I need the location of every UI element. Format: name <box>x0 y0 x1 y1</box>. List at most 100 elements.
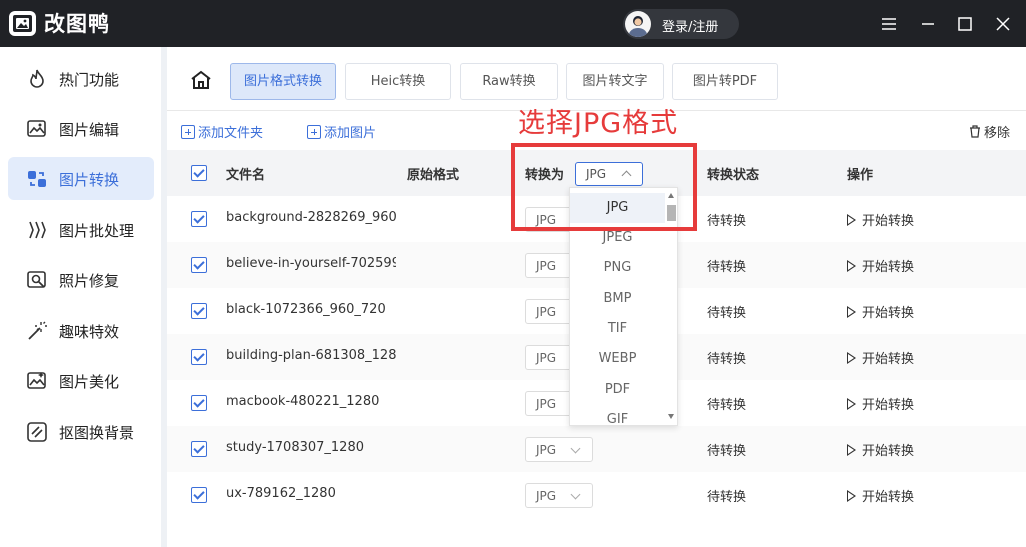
start-convert-label: 开始转换 <box>862 306 915 321</box>
sidebar-item-label: 热门功能 <box>59 71 120 89</box>
format-value: JPG <box>536 351 557 365</box>
format-value: JPG <box>536 443 557 457</box>
sidebar-item-cutout[interactable]: 抠图换背景 <box>8 410 154 453</box>
format-value: JPG <box>536 259 557 273</box>
start-convert-button[interactable]: 开始转换 <box>847 486 914 505</box>
format-value: JPG <box>536 489 557 503</box>
table-row[interactable]: ux-789162_1280 JPG 待转换 开始转换 <box>167 472 1026 518</box>
tab-heic[interactable]: Heic转换 <box>345 63 451 100</box>
header-filename: 文件名 <box>226 168 266 183</box>
row-checkbox[interactable] <box>191 211 207 227</box>
status-text: 待转换 <box>707 214 747 229</box>
format-select[interactable]: JPG <box>525 483 593 508</box>
sidebar: 热门功能 图片编辑 图片转换 图片批处理 照片修复 趣味特效 图片美化 抠图换背… <box>0 47 161 547</box>
add-folder-button[interactable]: 添加文件夹 <box>181 122 263 141</box>
row-checkbox[interactable] <box>191 349 207 365</box>
play-icon <box>847 352 856 364</box>
sidebar-item-label: 抠图换背景 <box>59 424 135 442</box>
home-icon[interactable] <box>189 68 213 92</box>
remove-button[interactable]: 移除 <box>969 122 1010 141</box>
sidebar-item-image-edit[interactable]: 图片编辑 <box>8 107 154 150</box>
file-name: believe-in-yourself-702599... <box>226 256 396 271</box>
start-convert-label: 开始转换 <box>862 260 915 275</box>
tab-format-convert[interactable]: 图片格式转换 <box>230 63 336 100</box>
status-text: 待转换 <box>707 490 747 505</box>
sidebar-item-photo-repair[interactable]: 照片修复 <box>8 258 154 301</box>
sidebar-item-batch[interactable]: 图片批处理 <box>8 208 154 251</box>
sidebar-item-label: 照片修复 <box>59 272 120 290</box>
status-text: 待转换 <box>707 352 747 367</box>
chevron-down-icon <box>570 489 581 500</box>
trash-icon <box>969 125 980 138</box>
close-icon[interactable] <box>991 12 1015 36</box>
start-convert-button[interactable]: 开始转换 <box>847 256 914 275</box>
highlight-box <box>511 143 697 231</box>
row-checkbox[interactable] <box>191 487 207 503</box>
sidebar-item-hot[interactable]: 热门功能 <box>8 57 154 100</box>
start-convert-button[interactable]: 开始转换 <box>847 302 914 321</box>
row-checkbox[interactable] <box>191 395 207 411</box>
start-convert-label: 开始转换 <box>862 352 915 367</box>
tab-image-to-pdf[interactable]: 图片转PDF <box>672 63 778 100</box>
add-folder-label: 添加文件夹 <box>198 126 264 141</box>
tab-image-to-text[interactable]: 图片转文字 <box>566 63 664 100</box>
header-action: 操作 <box>847 168 874 183</box>
play-icon <box>847 214 856 226</box>
menu-icon[interactable] <box>877 12 901 36</box>
dropdown-option-tif[interactable]: TIF <box>570 314 665 344</box>
header-original-format: 原始格式 <box>407 168 460 183</box>
app-name: 改图鸭 <box>44 12 110 36</box>
dropdown-option-bmp[interactable]: BMP <box>570 284 665 314</box>
format-value: JPG <box>536 305 557 319</box>
sidebar-item-effects[interactable]: 趣味特效 <box>8 309 154 352</box>
row-checkbox[interactable] <box>191 303 207 319</box>
login-label: 登录/注册 <box>662 20 719 35</box>
sidebar-item-beautify[interactable]: 图片美化 <box>8 359 154 402</box>
add-image-label: 添加图片 <box>324 126 377 141</box>
tab-raw[interactable]: Raw转换 <box>460 63 558 100</box>
start-convert-label: 开始转换 <box>862 214 915 229</box>
dropdown-option-png[interactable]: PNG <box>570 253 665 283</box>
start-convert-button[interactable]: 开始转换 <box>847 440 914 459</box>
table-row[interactable]: study-1708307_1280 JPG 待转换 开始转换 <box>167 426 1026 472</box>
login-button[interactable]: 登录/注册 <box>623 9 739 39</box>
format-select[interactable]: JPG <box>525 437 593 462</box>
file-name: black-1072366_960_720 <box>226 302 386 317</box>
sidebar-item-label: 图片编辑 <box>59 121 120 139</box>
magic-icon <box>28 321 47 340</box>
status-text: 待转换 <box>707 398 747 413</box>
annotation-text: 选择JPG格式 <box>518 108 679 139</box>
sidebar-item-label: 图片批处理 <box>59 222 135 240</box>
play-icon <box>847 260 856 272</box>
scroll-down-icon[interactable] <box>668 414 674 419</box>
select-all-checkbox[interactable] <box>191 165 207 181</box>
play-icon <box>847 306 856 318</box>
start-convert-label: 开始转换 <box>862 490 915 505</box>
add-image-button[interactable]: 添加图片 <box>307 122 376 141</box>
play-icon <box>847 444 856 456</box>
start-convert-button[interactable]: 开始转换 <box>847 394 914 413</box>
header-status: 转换状态 <box>707 168 760 183</box>
row-checkbox[interactable] <box>191 257 207 273</box>
add-folder-icon <box>181 125 195 139</box>
avatar <box>625 11 651 37</box>
photo-repair-icon <box>27 271 46 288</box>
row-checkbox[interactable] <box>191 441 207 457</box>
play-icon <box>847 490 856 502</box>
minimize-icon[interactable] <box>916 12 940 36</box>
sidebar-item-image-convert[interactable]: 图片转换 <box>8 157 154 200</box>
dropdown-option-webp[interactable]: WEBP <box>570 344 665 374</box>
file-name: background-2828269_960_... <box>226 210 396 225</box>
title-bar: 改图鸭 登录/注册 <box>0 0 1026 47</box>
dropdown-option-gif[interactable]: GIF <box>570 405 665 425</box>
start-convert-button[interactable]: 开始转换 <box>847 210 914 229</box>
remove-label: 移除 <box>983 126 1010 141</box>
status-text: 待转换 <box>707 306 747 321</box>
dropdown-option-pdf[interactable]: PDF <box>570 375 665 405</box>
start-convert-label: 开始转换 <box>862 398 915 413</box>
play-icon <box>847 398 856 410</box>
start-convert-button[interactable]: 开始转换 <box>847 348 914 367</box>
maximize-icon[interactable] <box>953 12 977 36</box>
file-name: ux-789162_1280 <box>226 486 336 501</box>
cutout-icon <box>27 422 47 442</box>
